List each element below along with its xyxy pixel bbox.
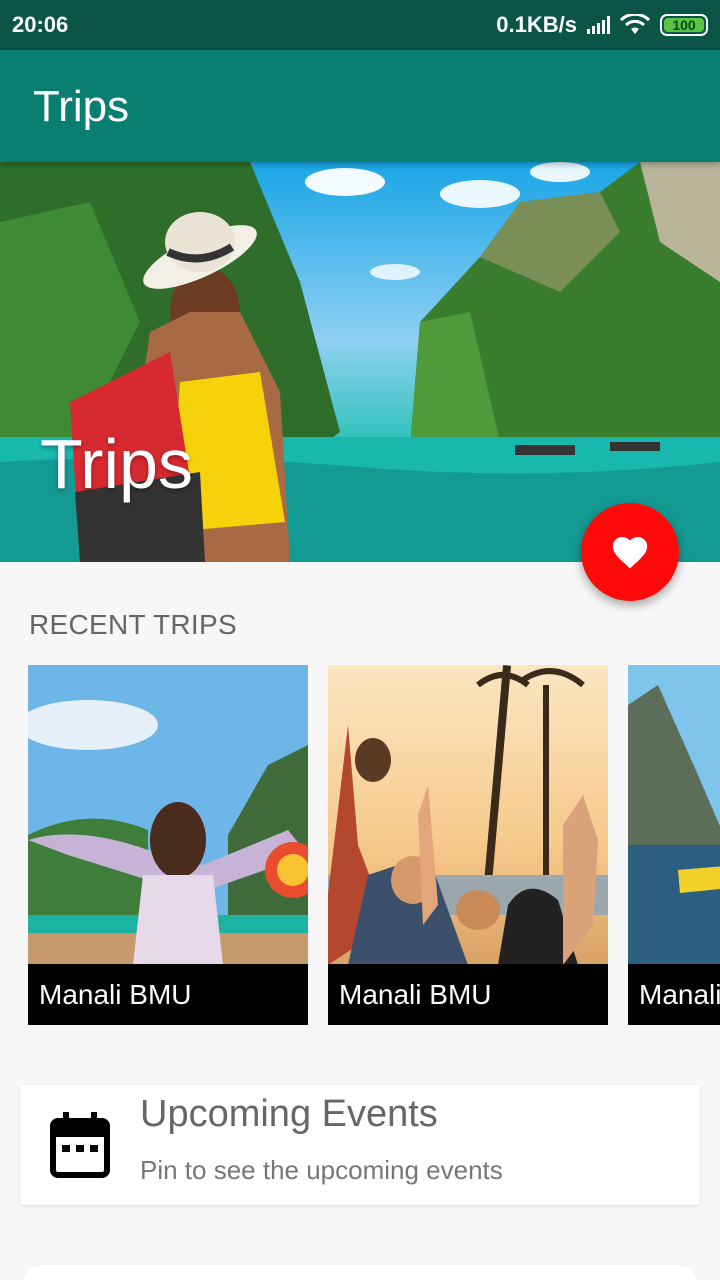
next-card[interactable] bbox=[22, 1265, 698, 1280]
hero-title: Trips bbox=[40, 425, 193, 503]
trip-card[interactable]: Manali BMU bbox=[628, 665, 720, 1025]
favorite-button[interactable] bbox=[581, 503, 679, 601]
party-crowd-photo bbox=[328, 665, 608, 965]
wifi-icon bbox=[620, 14, 650, 34]
events-title: Upcoming Events bbox=[140, 1093, 438, 1135]
recent-trips-list: Manali BMU Manali BMU Manali bbox=[0, 665, 720, 1025]
app-title: Trips bbox=[33, 82, 130, 131]
signal-icon bbox=[587, 16, 610, 34]
trip-card[interactable]: Manali BMU bbox=[328, 665, 608, 1025]
battery-level: 100 bbox=[664, 17, 704, 33]
status-bar: 20:06 0.1KB/s 100 bbox=[0, 0, 720, 50]
recent-trips-heading: RECENT TRIPS bbox=[29, 609, 237, 640]
battery-icon: 100 bbox=[660, 14, 708, 36]
fjord-kayak-photo bbox=[628, 665, 720, 965]
calendar-icon bbox=[50, 1112, 110, 1178]
events-subtitle: Pin to see the upcoming events bbox=[140, 1155, 503, 1185]
trip-card[interactable]: Manali BMU bbox=[28, 665, 308, 1025]
status-time: 20:06 bbox=[12, 12, 69, 37]
beach-boat-photo bbox=[28, 665, 308, 965]
trip-name: Manali BMU bbox=[628, 964, 720, 1025]
upcoming-events-card[interactable]: Upcoming Events Pin to see the upcoming … bbox=[20, 1085, 700, 1205]
hero-banner: Trips bbox=[0, 162, 720, 562]
app-bar: Trips bbox=[0, 50, 720, 162]
network-speed: 0.1KB/s bbox=[496, 12, 577, 37]
status-indicators: 0.1KB/s 100 bbox=[496, 12, 708, 38]
heart-icon bbox=[612, 536, 648, 569]
trip-name: Manali BMU bbox=[328, 964, 608, 1025]
trip-name: Manali BMU bbox=[28, 964, 308, 1025]
